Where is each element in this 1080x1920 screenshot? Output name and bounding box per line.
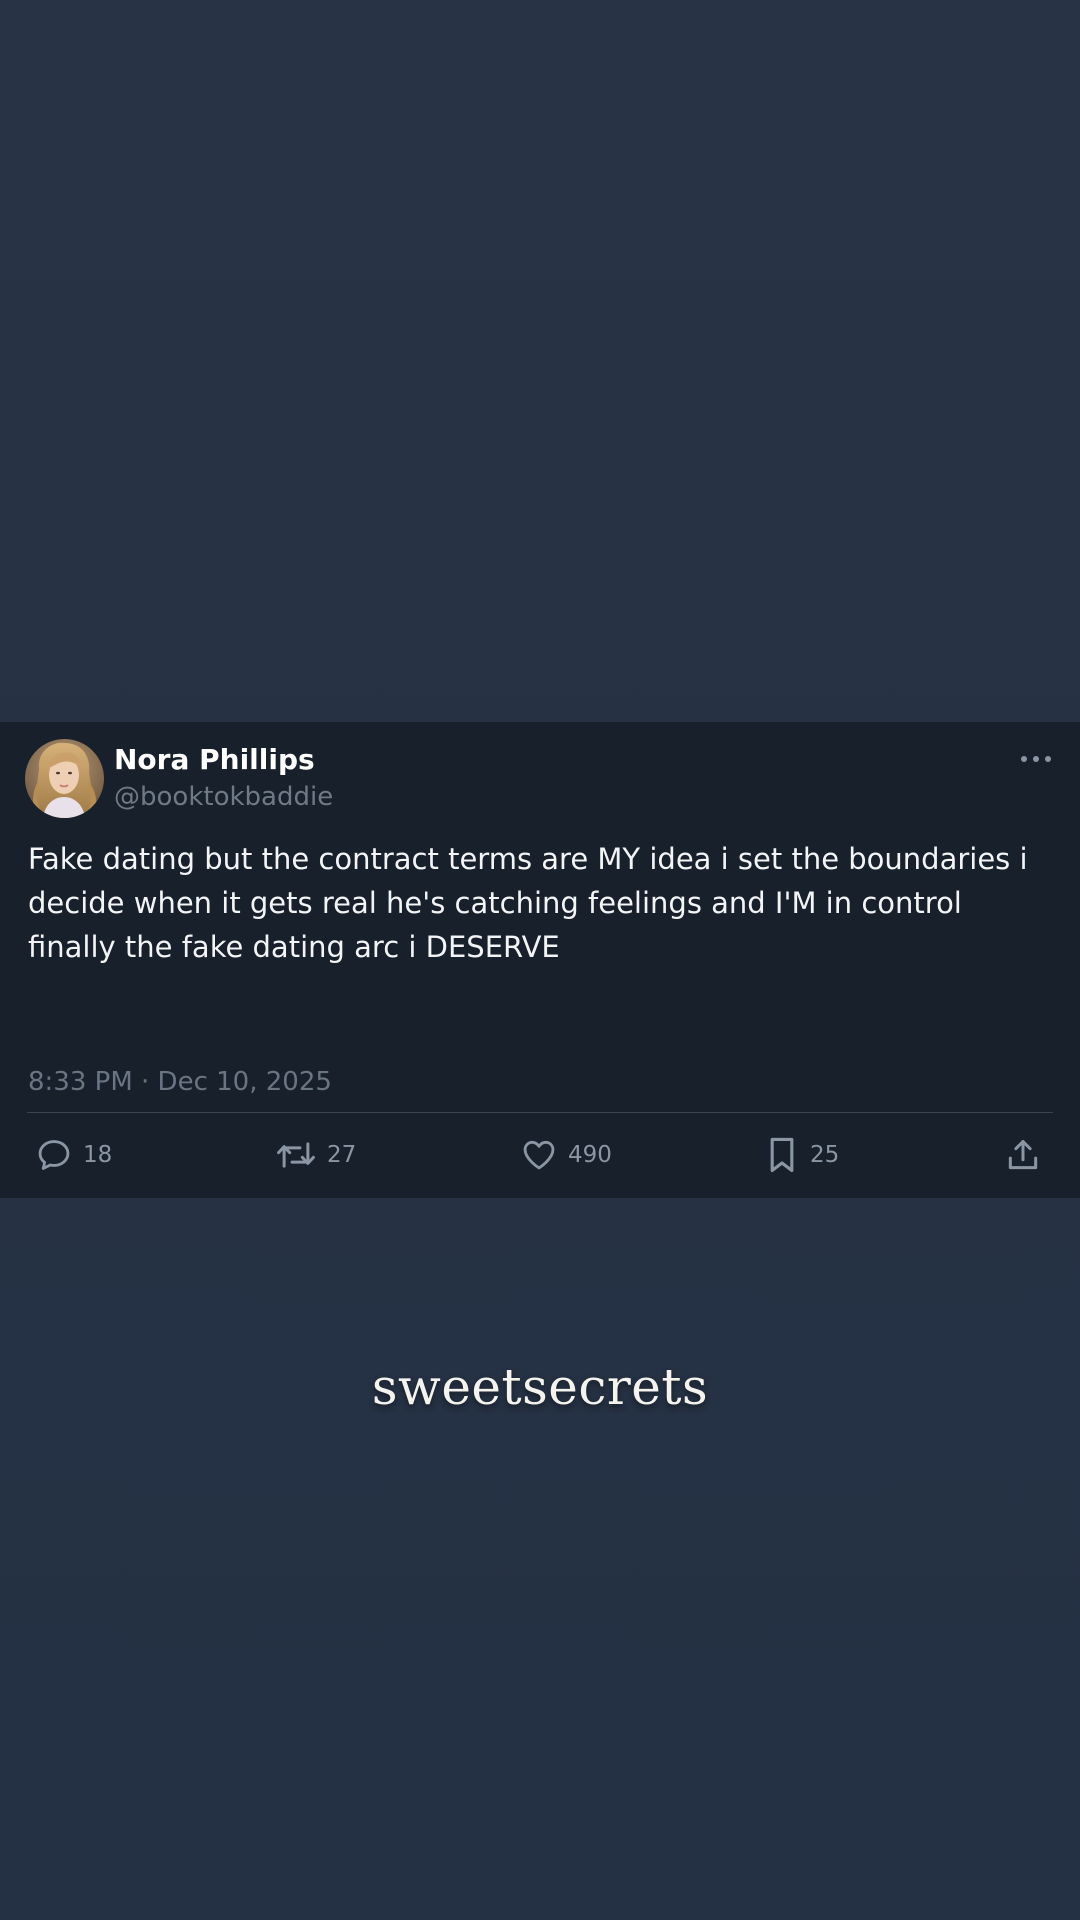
comment-icon: [38, 1140, 70, 1170]
bookmark-icon: [770, 1137, 794, 1173]
display-name[interactable]: Nora Phillips: [114, 740, 315, 780]
tweet-text: Fake dating but the contract terms are M…: [28, 842, 1028, 964]
reply-count: 18: [83, 1142, 113, 1168]
bookmark-button[interactable]: 25: [764, 1132, 839, 1178]
ellipsis-icon: [1021, 756, 1051, 762]
share-button[interactable]: [1004, 1132, 1042, 1178]
share-icon: [1008, 1140, 1038, 1170]
like-button[interactable]: 490: [520, 1132, 612, 1178]
brand-watermark: sweetsecrets: [371, 1358, 709, 1416]
more-options-button[interactable]: [1018, 746, 1054, 772]
retweet-count: 27: [327, 1142, 357, 1168]
avatar-image: [25, 739, 104, 818]
retweet-button[interactable]: 27: [275, 1132, 356, 1178]
like-count: 490: [568, 1142, 612, 1168]
avatar[interactable]: [25, 739, 104, 818]
divider: [27, 1112, 1053, 1113]
retweet-icon: [277, 1142, 315, 1168]
heart-icon: [523, 1140, 555, 1170]
tweet-timestamp[interactable]: 8:33 PM · Dec 10, 2025: [28, 1064, 332, 1100]
user-handle[interactable]: @booktokbaddie: [114, 778, 333, 816]
reply-button[interactable]: 18: [35, 1132, 112, 1178]
bookmark-count: 25: [810, 1142, 840, 1168]
